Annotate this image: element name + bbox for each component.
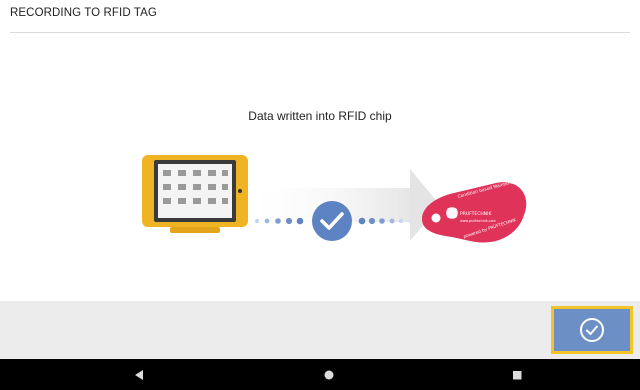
android-nav-bar: [0, 359, 640, 390]
tag-url-text: www.pruftechnik.com: [460, 219, 496, 223]
success-check-icon: [312, 201, 352, 241]
page-title: RECORDING TO RFID TAG: [10, 7, 157, 19]
main-content: Data written into RFID chip PRUFTECHNIK …: [0, 33, 640, 301]
footer-bar: [0, 301, 640, 359]
square-recents-icon: [513, 370, 522, 379]
triangle-back-icon: [135, 369, 143, 380]
app-header: RECORDING TO RFID TAG: [0, 0, 640, 32]
nav-back-button[interactable]: [109, 359, 169, 390]
rfid-transfer-illustration: PRUFTECHNIK www.pruftechnik.com Conditio…: [142, 155, 527, 243]
status-message: Data written into RFID chip: [248, 109, 392, 123]
nav-home-button[interactable]: [299, 359, 359, 390]
check-circle-icon: [580, 318, 604, 342]
confirm-button[interactable]: [551, 306, 633, 354]
tag-brand-text: PRUFTECHNIK: [460, 211, 492, 217]
nav-recents-button[interactable]: [487, 359, 547, 390]
circle-home-icon: [324, 370, 334, 379]
rfid-tag-icon: PRUFTECHNIK www.pruftechnik.com Conditio…: [422, 177, 527, 243]
device-icon: [142, 155, 248, 233]
